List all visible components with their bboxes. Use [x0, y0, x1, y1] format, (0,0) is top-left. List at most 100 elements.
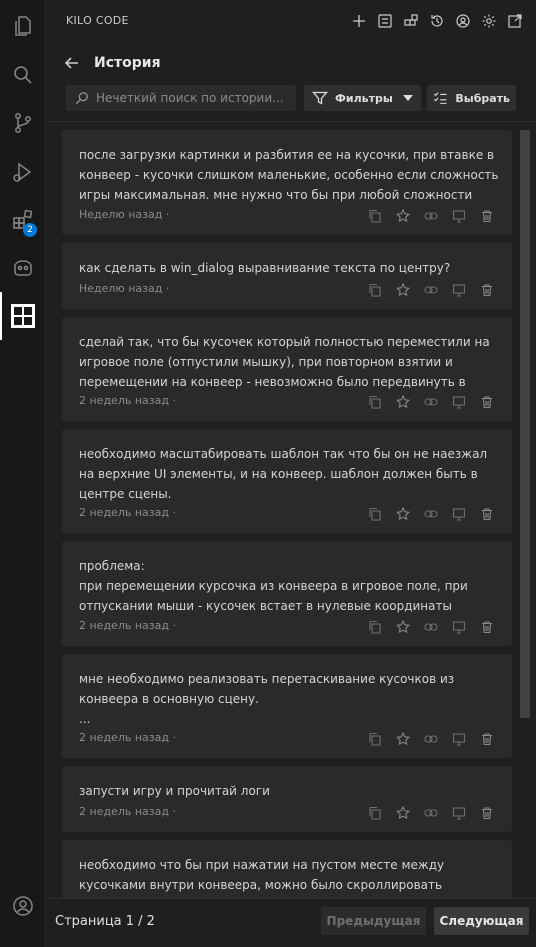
- history-item-text: необходимо что бы при нажатии на пустом …: [79, 858, 445, 892]
- history-item[interactable]: запусти игру и прочитай логи 2 недель на…: [62, 766, 512, 832]
- next-page-button[interactable]: Следующая: [434, 907, 529, 935]
- link-icon[interactable]: [417, 394, 445, 410]
- star-icon[interactable]: [389, 731, 417, 747]
- trash-icon[interactable]: [473, 394, 501, 410]
- checklist-icon: [433, 92, 447, 104]
- marketplace-icon[interactable]: [402, 10, 420, 32]
- filters-button[interactable]: Фильтры: [304, 85, 421, 111]
- history-item-text: как сделать в win_dialog выравнивание те…: [79, 261, 451, 275]
- export-icon[interactable]: [445, 619, 473, 635]
- history-item-text: сделай так, что бы кусочек который полно…: [79, 335, 490, 389]
- export-icon[interactable]: [445, 282, 473, 298]
- history-icon[interactable]: [428, 10, 446, 32]
- trash-icon[interactable]: [473, 506, 501, 522]
- history-item-actions: [361, 208, 501, 224]
- history-item-time: Неделю назад ·: [79, 208, 170, 221]
- export-icon[interactable]: [445, 731, 473, 747]
- trash-icon[interactable]: [473, 282, 501, 298]
- filters-label: Фильтры: [335, 91, 393, 105]
- trash-icon[interactable]: [473, 805, 501, 821]
- search-input[interactable]: [96, 91, 292, 105]
- link-icon[interactable]: [417, 282, 445, 298]
- pagination-footer: Страница 1 / 2 Предыдущая Следующая: [47, 898, 536, 947]
- back-arrow-icon[interactable]: [63, 54, 81, 72]
- trash-icon[interactable]: [473, 731, 501, 747]
- link-icon[interactable]: [417, 506, 445, 522]
- history-item[interactable]: необходимо что бы при нажатии на пустом …: [62, 840, 512, 898]
- copy-icon[interactable]: [361, 394, 389, 410]
- copy-icon[interactable]: [361, 805, 389, 821]
- godot-icon[interactable]: [0, 244, 46, 292]
- history-item-text: после загрузки картинки и разбития ее на…: [79, 148, 499, 202]
- previous-page-button[interactable]: Предыдущая: [321, 907, 426, 935]
- history-item-actions: [361, 731, 501, 747]
- history-item[interactable]: мне необходимо реализовать перетаскивани…: [62, 654, 512, 758]
- link-icon[interactable]: [417, 619, 445, 635]
- history-item[interactable]: необходимо масштабировать шаблон так что…: [62, 429, 512, 533]
- source-control-icon[interactable]: [0, 99, 46, 147]
- history-item-text: проблема: при перемещении курсочка из ко…: [79, 559, 468, 613]
- panel-title: KILO CODE: [66, 14, 129, 27]
- export-icon[interactable]: [445, 208, 473, 224]
- profile-icon[interactable]: [454, 10, 472, 32]
- star-icon[interactable]: [389, 619, 417, 635]
- history-item[interactable]: как сделать в win_dialog выравнивание те…: [62, 243, 512, 309]
- star-icon[interactable]: [389, 282, 417, 298]
- link-icon[interactable]: [417, 208, 445, 224]
- plus-icon[interactable]: [350, 10, 368, 32]
- history-item-actions: [361, 619, 501, 635]
- chevron-down-icon: [403, 95, 413, 101]
- extensions-badge: 2: [23, 223, 37, 237]
- history-item-actions: [361, 805, 501, 821]
- star-icon[interactable]: [389, 805, 417, 821]
- history-item-time: 2 недель назад ·: [79, 731, 176, 744]
- trash-icon[interactable]: [473, 208, 501, 224]
- star-icon[interactable]: [389, 208, 417, 224]
- panel-toolbar: [350, 10, 524, 32]
- history-item-time: 2 недель назад ·: [79, 619, 176, 632]
- kilo-code-panel: KILO CODE История Фильтры Выбрать после: [47, 0, 536, 947]
- page-indicator: Страница 1 / 2: [55, 914, 155, 929]
- export-icon[interactable]: [445, 506, 473, 522]
- copy-icon[interactable]: [361, 619, 389, 635]
- history-item[interactable]: проблема: при перемещении курсочка из ко…: [62, 541, 512, 646]
- history-item-actions: [361, 506, 501, 522]
- select-button[interactable]: Выбрать: [427, 85, 516, 111]
- filter-icon: [312, 91, 328, 105]
- copy-icon[interactable]: [361, 506, 389, 522]
- copy-icon[interactable]: [361, 208, 389, 224]
- history-item[interactable]: сделай так, что бы кусочек который полно…: [62, 317, 512, 421]
- search-icon[interactable]: [0, 51, 46, 99]
- star-icon[interactable]: [389, 506, 417, 522]
- export-icon[interactable]: [445, 394, 473, 410]
- history-header: История Фильтры Выбрать: [47, 44, 536, 122]
- account-icon[interactable]: [0, 882, 46, 930]
- history-item-time: Неделю назад ·: [79, 282, 170, 295]
- extensions-icon[interactable]: 2: [0, 196, 46, 244]
- export-icon[interactable]: [445, 805, 473, 821]
- history-item-actions: [361, 394, 501, 410]
- link-icon[interactable]: [417, 731, 445, 747]
- scrollbar-thumb[interactable]: [520, 130, 530, 718]
- history-list: после загрузки картинки и разбития ее на…: [62, 130, 512, 898]
- trash-icon[interactable]: [473, 619, 501, 635]
- copy-icon[interactable]: [361, 731, 389, 747]
- kilo-code-icon[interactable]: [0, 292, 46, 340]
- explorer-icon[interactable]: [0, 2, 46, 50]
- history-item-time: 2 недель назад ·: [79, 394, 176, 407]
- history-item-time: 2 недель назад ·: [79, 506, 176, 519]
- run-debug-icon[interactable]: [0, 148, 46, 196]
- select-label: Выбрать: [455, 91, 510, 105]
- copy-icon[interactable]: [361, 282, 389, 298]
- link-icon[interactable]: [417, 805, 445, 821]
- history-item-time: 2 недель назад ·: [79, 805, 176, 818]
- settings-gear-icon[interactable]: [480, 10, 498, 32]
- history-item[interactable]: после загрузки картинки и разбития ее на…: [62, 130, 512, 235]
- star-icon[interactable]: [389, 394, 417, 410]
- history-item-actions: [361, 282, 501, 298]
- activity-bar: 2: [0, 0, 46, 947]
- history-item-text: мне необходимо реализовать перетаскивани…: [79, 672, 455, 726]
- search-box[interactable]: [66, 85, 296, 111]
- open-in-editor-icon[interactable]: [506, 10, 524, 32]
- prompts-icon[interactable]: [376, 10, 394, 32]
